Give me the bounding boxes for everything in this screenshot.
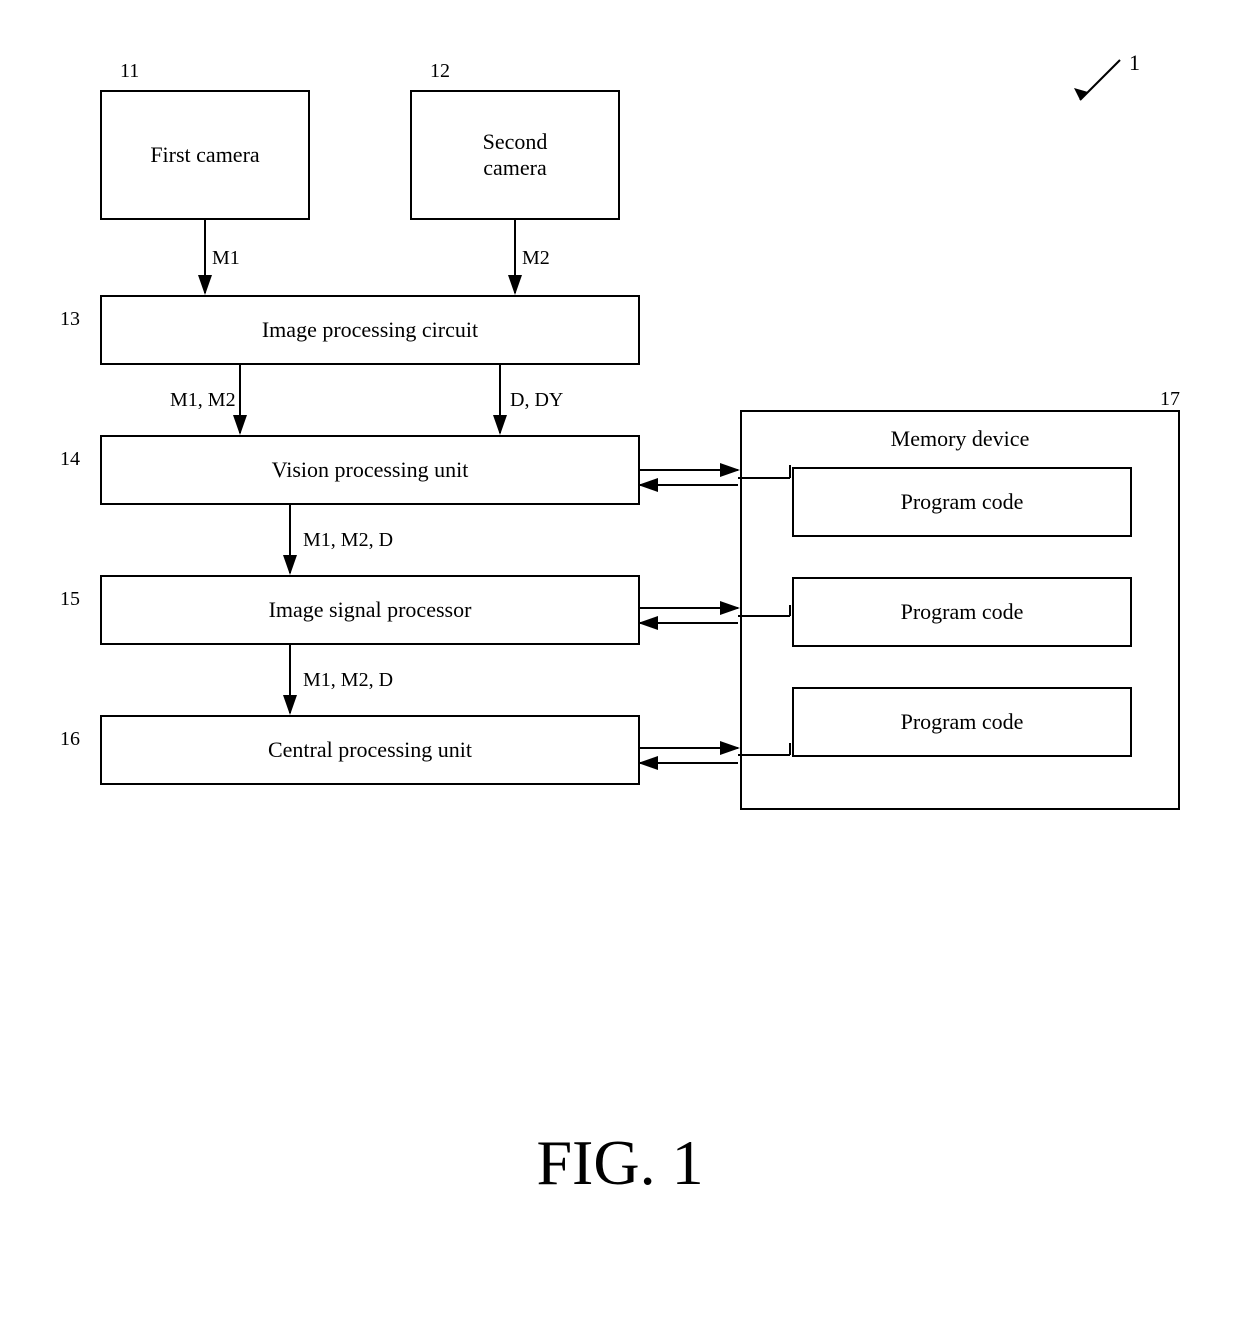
ref-15: 15: [60, 588, 80, 611]
ref-14: 14: [60, 448, 80, 471]
ref-17: 17: [1160, 388, 1180, 411]
image-processing-circuit-label: Image processing circuit: [262, 317, 478, 343]
program-code-1-box: Program code: [792, 467, 1132, 537]
svg-text:D, DY: D, DY: [510, 389, 563, 411]
svg-text:M2: M2: [522, 247, 550, 269]
diagram-container: 1 11 12 First camera Secondcamera 13 Ima…: [40, 30, 1200, 1230]
ref-16: 16: [60, 728, 80, 751]
svg-text:M1: M1: [212, 247, 240, 269]
first-camera-box: First camera: [100, 90, 310, 220]
program-code-2-label: Program code: [901, 599, 1024, 625]
vision-processing-unit-label: Vision processing unit: [272, 457, 469, 483]
svg-text:M1, M2: M1, M2: [170, 389, 236, 411]
svg-text:M1, M2, D: M1, M2, D: [303, 669, 393, 691]
program-code-3-box: Program code: [792, 687, 1132, 757]
second-camera-box: Secondcamera: [410, 90, 620, 220]
ref-1: 1: [1129, 50, 1140, 76]
second-camera-label: Secondcamera: [483, 129, 548, 181]
ref-12: 12: [430, 60, 450, 83]
memory-device-label: Memory device: [742, 426, 1178, 452]
image-processing-circuit-box: Image processing circuit: [100, 295, 640, 365]
image-signal-processor-box: Image signal processor: [100, 575, 640, 645]
vision-processing-unit-box: Vision processing unit: [100, 435, 640, 505]
image-signal-processor-label: Image signal processor: [269, 597, 472, 623]
program-code-1-label: Program code: [901, 489, 1024, 515]
central-processing-unit-box: Central processing unit: [100, 715, 640, 785]
program-code-3-label: Program code: [901, 709, 1024, 735]
ref-13: 13: [60, 308, 80, 331]
svg-text:M1, M2, D: M1, M2, D: [303, 529, 393, 551]
ref-11: 11: [120, 60, 139, 83]
program-code-2-box: Program code: [792, 577, 1132, 647]
memory-device-box: Memory device Program code Program code …: [740, 410, 1180, 810]
central-processing-unit-label: Central processing unit: [268, 737, 472, 763]
figure-title: FIG. 1: [40, 1126, 1200, 1200]
ref-1-label: 1: [1060, 50, 1140, 115]
first-camera-label: First camera: [150, 142, 259, 168]
